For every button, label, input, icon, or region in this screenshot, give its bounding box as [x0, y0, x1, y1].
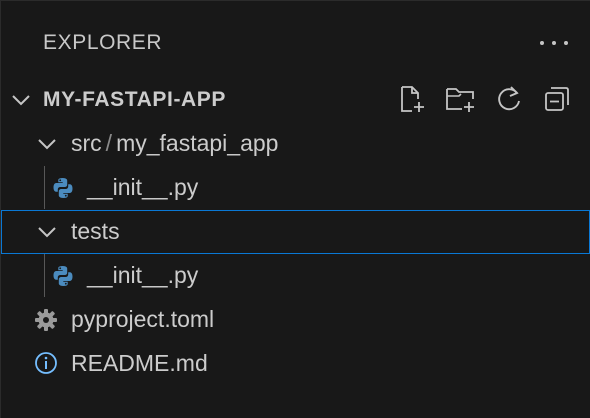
explorer-header: EXPLORER — [1, 1, 590, 81]
python-icon — [53, 178, 73, 198]
folder-tests-label: tests — [71, 218, 120, 244]
python-icon — [53, 266, 73, 286]
chevron-down-icon — [38, 227, 56, 238]
explorer-title: EXPLORER — [43, 31, 163, 54]
info-icon — [35, 352, 57, 374]
gear-icon — [35, 309, 57, 331]
file-tests-init[interactable]: __init__.py — [1, 254, 590, 298]
file-readme-label: README.md — [71, 350, 208, 376]
folder-sub-name: my_fastapi_app — [116, 130, 279, 156]
file-tests-init-label: __init__.py — [87, 262, 199, 288]
folder-src-label: src / my_fastapi_app — [71, 130, 278, 157]
file-pyproject[interactable]: pyproject.toml — [1, 298, 590, 342]
collapse-all-icon[interactable] — [543, 85, 571, 113]
refresh-icon[interactable] — [495, 85, 523, 113]
new-folder-icon[interactable] — [445, 85, 477, 113]
file-src-init[interactable]: __init__.py — [1, 166, 590, 210]
folder-src-name: src — [71, 130, 102, 156]
file-readme[interactable]: README.md — [1, 342, 590, 386]
new-file-icon[interactable] — [398, 85, 426, 113]
chevron-down-icon — [12, 95, 30, 106]
explorer-panel: EXPLORER MY-FASTAPI-APP src / my_fastapi… — [0, 0, 590, 418]
folder-tests[interactable]: tests — [1, 210, 590, 254]
path-separator: / — [105, 130, 113, 156]
chevron-down-icon — [38, 139, 56, 150]
ellipsis-icon[interactable] — [540, 31, 568, 55]
file-src-init-label: __init__.py — [87, 174, 199, 200]
folder-src[interactable]: src / my_fastapi_app — [1, 122, 590, 166]
root-folder-row[interactable]: MY-FASTAPI-APP — [1, 78, 590, 122]
root-folder-label: MY-FASTAPI-APP — [43, 88, 227, 111]
file-pyproject-label: pyproject.toml — [71, 306, 215, 332]
